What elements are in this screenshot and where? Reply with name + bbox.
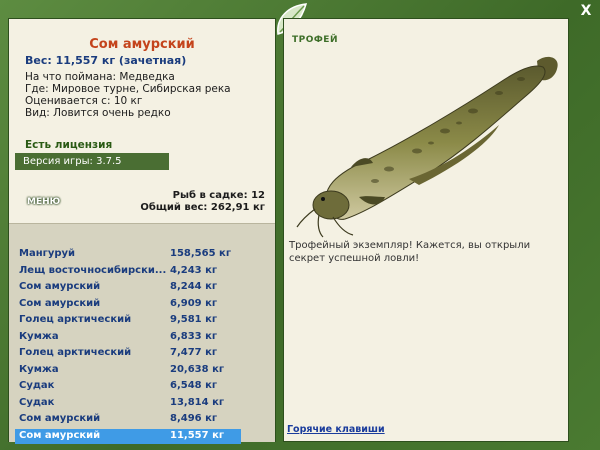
catch-row[interactable]: Судак 13,814 кг xyxy=(15,396,241,411)
catch-weight: 158,565 кг xyxy=(170,248,232,259)
catch-row[interactable]: Кумжа 6,833 кг xyxy=(15,330,241,345)
catch-row[interactable]: Сом амурский 11,557 кг xyxy=(15,428,241,444)
catch-row[interactable]: Голец арктический 9,581 кг xyxy=(15,313,241,328)
catch-name: Мангуруй xyxy=(19,248,76,259)
catch-weight: 6,909 кг xyxy=(170,297,218,309)
catch-weight: 20,638 кг xyxy=(170,363,225,375)
catch-row[interactable]: Судак 6,548 кг xyxy=(15,379,241,394)
fish-title: Сом амурский xyxy=(89,37,195,52)
bait-info: На что поймана: Медведка xyxy=(25,71,175,83)
catch-row[interactable]: Кумжа 20,638 кг xyxy=(15,363,241,378)
catch-row[interactable]: Лещ восточносибирски... 4,243 кг xyxy=(15,264,241,279)
catch-name: Кумжа xyxy=(19,363,59,375)
close-button[interactable]: X xyxy=(578,3,594,19)
hotkeys-link[interactable]: Горячие клавиши xyxy=(287,424,385,435)
trophy-panel: ТРОФЕЙ Трофейный экземпляр! Кажется, вы … xyxy=(283,18,569,442)
catch-name: Сом амурский xyxy=(19,413,101,424)
catch-name: Сом амурский xyxy=(19,281,101,292)
license-status: Есть лицензия xyxy=(25,139,113,151)
catch-name: Сом амурский xyxy=(19,429,101,441)
catch-weight: 8,244 кг xyxy=(170,281,218,292)
catch-weight: 11,557 кг xyxy=(170,429,225,441)
trophy-message: Трофейный экземпляр! Кажется, вы открыли… xyxy=(289,240,531,264)
catch-row[interactable]: Сом амурский 6,909 кг xyxy=(15,297,241,312)
catch-name: Судак xyxy=(19,396,55,408)
rarity-info: Вид: Ловится очень редко xyxy=(25,107,171,119)
valuation-info: Оценивается с: 10 кг xyxy=(25,95,143,107)
catch-name: Голец арктический xyxy=(19,314,132,325)
total-weight: Общий вес: 262,91 кг xyxy=(140,202,265,213)
fish-info-panel: Сом амурский Вес: 11,557 кг (зачетная) Н… xyxy=(8,18,276,444)
catch-row[interactable]: Голец арктический 7,477 кг xyxy=(15,346,241,361)
catch-weight: 4,243 кг xyxy=(170,264,218,276)
catch-weight: 6,548 кг xyxy=(170,380,218,391)
version-bar: Версия игры: 3.7.5 xyxy=(15,153,169,170)
catch-weight: 8,496 кг xyxy=(170,413,218,424)
catch-name: Сом амурский xyxy=(19,297,101,309)
catch-name: Кумжа xyxy=(19,330,59,342)
catch-name: Голец арктический xyxy=(19,347,132,358)
catch-weight: 6,833 кг xyxy=(170,330,218,342)
location-info: Где: Мировое турне, Сибирская река xyxy=(25,83,231,95)
menu-button[interactable]: МЕНЮ xyxy=(22,195,64,209)
catch-weight: 13,814 кг xyxy=(170,396,225,408)
keepnet-stats: Рыб в садке: 12 Общий вес: 262,91 кг xyxy=(140,190,265,214)
fish-count: Рыб в садке: 12 xyxy=(172,190,265,201)
catch-row[interactable]: Сом амурский 8,244 кг xyxy=(15,280,241,295)
catch-weight: 9,581 кг xyxy=(170,314,218,325)
catch-weight: 7,477 кг xyxy=(170,347,218,358)
catch-name: Судак xyxy=(19,380,55,391)
catch-row[interactable]: Мангуруй 158,565 кг xyxy=(15,247,241,262)
fish-weight: Вес: 11,557 кг (зачетная) xyxy=(25,54,187,67)
catch-row[interactable]: Сом амурский 8,496 кг xyxy=(15,412,241,427)
catch-name: Лещ восточносибирски... xyxy=(19,264,167,276)
catch-list: Мангуруй 158,565 кг Лещ восточносибирски..… xyxy=(9,223,275,444)
catfish-image xyxy=(296,56,558,238)
